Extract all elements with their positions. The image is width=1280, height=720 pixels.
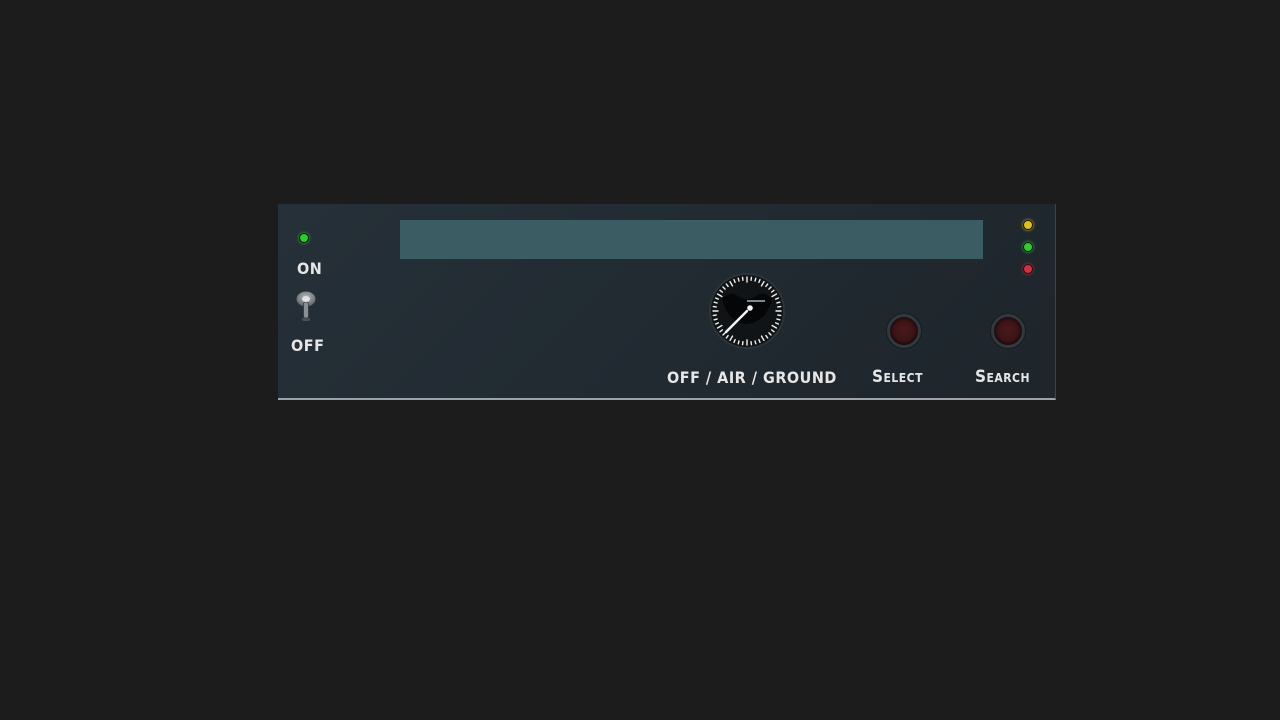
select-button[interactable] bbox=[887, 314, 921, 348]
dial-tick bbox=[737, 340, 740, 345]
status-led-yellow bbox=[1023, 220, 1033, 230]
toggle-switch-icon bbox=[295, 290, 317, 321]
status-led-green bbox=[1023, 242, 1033, 252]
dial-tick bbox=[713, 318, 718, 321]
rotary-knob-icon bbox=[709, 273, 785, 349]
dial-tick bbox=[754, 277, 757, 282]
select-button-label: Select bbox=[872, 367, 923, 387]
power-led bbox=[299, 233, 309, 243]
display-screen bbox=[400, 220, 983, 259]
dial-tick bbox=[713, 301, 718, 304]
dial-tick bbox=[737, 277, 740, 282]
dial-tick bbox=[776, 318, 781, 321]
status-led-red bbox=[1023, 264, 1033, 274]
power-toggle-switch[interactable] bbox=[294, 290, 318, 326]
power-on-label: ON bbox=[297, 259, 323, 278]
mode-selector-label: OFF / AIR / GROUND bbox=[667, 368, 837, 387]
control-panel: ON OFF OFF / AIR / GROUND Select Search bbox=[278, 204, 1056, 400]
search-button[interactable] bbox=[991, 314, 1025, 348]
dial-tick bbox=[776, 301, 781, 304]
power-off-label: OFF bbox=[291, 336, 325, 355]
mode-selector-knob[interactable] bbox=[708, 272, 786, 350]
dial-tick bbox=[754, 340, 757, 345]
search-button-label: Search bbox=[975, 367, 1031, 387]
